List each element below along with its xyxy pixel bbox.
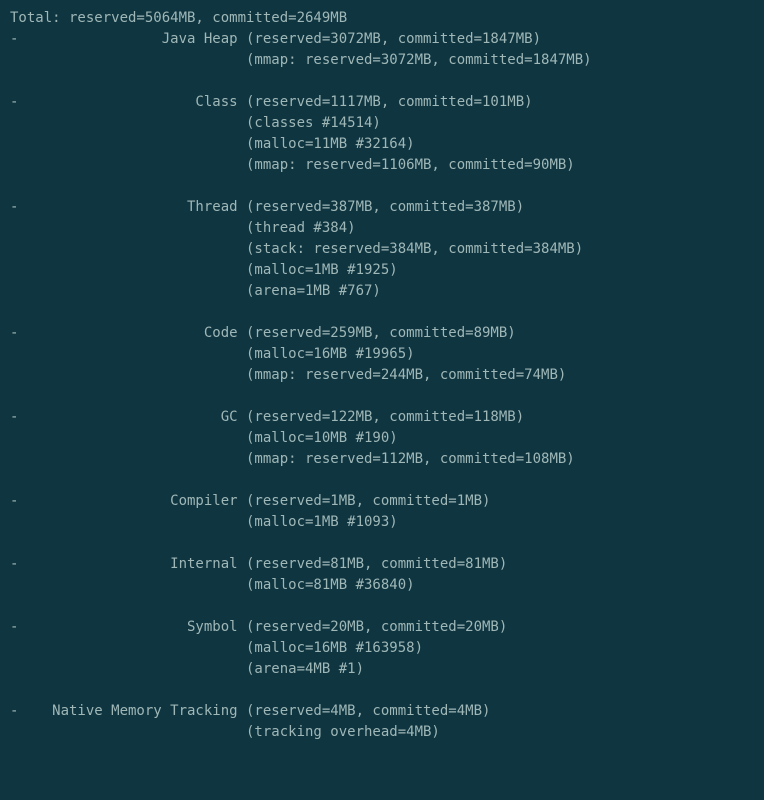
native-memory-tracking-output: Total: reserved=5064MB, committed=2649MB… <box>0 0 764 753</box>
